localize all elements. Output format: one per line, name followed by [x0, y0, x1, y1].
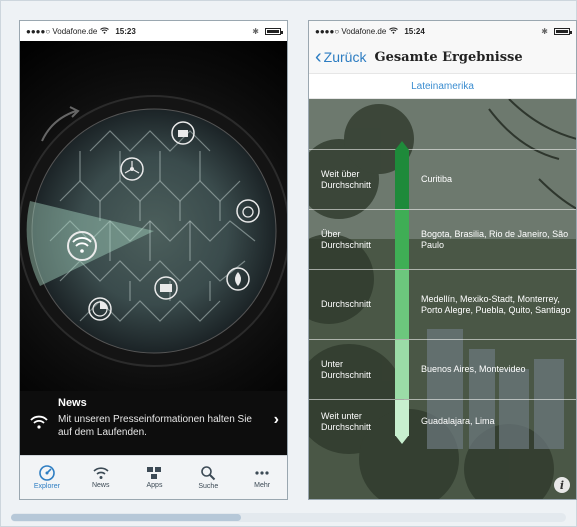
ranking-label: Über Durchschnitt [321, 228, 372, 250]
ranking-row: Weit unter Durchschnitt Guadalajara, Lim… [309, 399, 576, 444]
ranking-row: Unter Durchschnitt Buenos Aires, Montevi… [309, 339, 576, 399]
explorer-icon [39, 465, 55, 481]
news-wifi-icon [30, 415, 48, 434]
bluetooth-icon: ✱ [541, 26, 548, 36]
results-panel: Weit über Durchschnitt Curitiba Über Dur… [309, 99, 576, 499]
ranking-row: Weit über Durchschnitt Curitiba [309, 141, 576, 209]
arrow-up-icon [395, 141, 409, 150]
ranking-cities: Guadalajara, Lima [421, 416, 495, 426]
radar-graphic [20, 95, 287, 367]
ranking-bar [395, 340, 409, 399]
tab-label: Mehr [254, 482, 271, 489]
more-icon [255, 471, 269, 475]
tab-suche[interactable]: Suche [181, 456, 235, 499]
region-selector[interactable]: Lateinamerika [309, 73, 576, 99]
news-banner[interactable]: News Mit unseren Presseinformationen hal… [20, 391, 287, 457]
wifi-status-icon [100, 27, 110, 36]
left-phone-screen: ●●●●○ Vodafone.de 15:23 ✱ News Mit unser… [19, 20, 288, 500]
tab-news[interactable]: News [74, 456, 128, 499]
ranking-cities: Medellín, Mexiko-Stadt, Monterrey, Porto… [421, 293, 571, 315]
status-bar: ●●●●○ Vodafone.de 15:23 ✱ [20, 21, 287, 41]
ranking-row: Durchschnitt Medellín, Mexiko-Stadt, Mon… [309, 269, 576, 339]
ranking-bar [395, 210, 409, 269]
navigation-bar: ‹ Zurück Gesamte Ergebnisse [309, 41, 576, 73]
ranking-label: Weit über Durchschnitt [321, 168, 372, 190]
radar-explorer[interactable] [20, 41, 287, 391]
tab-label: Explorer [33, 483, 60, 490]
ranking-label: Unter Durchschnitt [321, 358, 372, 380]
carrier-label: ●●●●○ Vodafone.de [315, 26, 387, 36]
page-title: Gesamte Ergebnisse [374, 49, 523, 65]
ranking-bar [395, 150, 409, 209]
wifi-status-icon [389, 27, 399, 36]
arrow-down-icon [395, 435, 409, 444]
ranking-cities: Buenos Aires, Montevideo [421, 364, 526, 374]
horizontal-scrollbar-thumb[interactable] [11, 514, 241, 521]
ranking-list: Weit über Durchschnitt Curitiba Über Dur… [309, 141, 576, 444]
tab-bar: Explorer News Apps Suche Mehr [20, 455, 287, 499]
news-text: Mit unseren Presseinformationen halten S… [58, 414, 252, 438]
apps-icon [147, 467, 162, 479]
bluetooth-icon: ✱ [252, 26, 259, 36]
status-time: 15:23 [115, 26, 136, 36]
tab-label: Apps [146, 482, 163, 489]
tab-explorer[interactable]: Explorer [20, 456, 74, 499]
ranking-bar [395, 270, 409, 339]
ranking-bar [395, 400, 409, 436]
search-icon [201, 466, 216, 481]
carrier-label: ●●●●○ Vodafone.de [26, 26, 98, 36]
back-button[interactable]: ‹ Zurück [315, 46, 367, 68]
battery-icon [554, 27, 572, 35]
battery-icon [265, 27, 283, 35]
back-label: Zurück [323, 49, 367, 65]
tab-label: News [91, 482, 110, 489]
ranking-label: Weit unter Durchschnitt [321, 410, 372, 432]
info-icon[interactable]: i [554, 477, 570, 493]
tab-apps[interactable]: Apps [128, 456, 182, 499]
ranking-cities: Bogota, Brasilia, Rio de Janeiro, São Pa… [421, 228, 569, 250]
chevron-left-icon: ‹ [315, 46, 322, 68]
right-phone-screen: ●●●●○ Vodafone.de 15:24 ✱ ‹ Zurück Gesam… [308, 20, 577, 500]
ranking-label: Durchschnitt [321, 299, 372, 309]
status-time: 15:24 [404, 26, 425, 36]
ranking-cities: Curitiba [421, 174, 453, 184]
screenshot-canvas: ●●●●○ Vodafone.de 15:23 ✱ News Mit unser… [0, 0, 577, 527]
chevron-right-icon[interactable]: › [274, 411, 279, 429]
tab-mehr[interactable]: Mehr [235, 456, 287, 499]
ranking-row: Über Durchschnitt Bogota, Brasilia, Rio … [309, 209, 576, 269]
news-title: News [58, 397, 87, 409]
tab-label: Suche [198, 483, 219, 490]
wifi-icon [93, 467, 109, 479]
status-bar: ●●●●○ Vodafone.de 15:24 ✱ [309, 21, 576, 41]
